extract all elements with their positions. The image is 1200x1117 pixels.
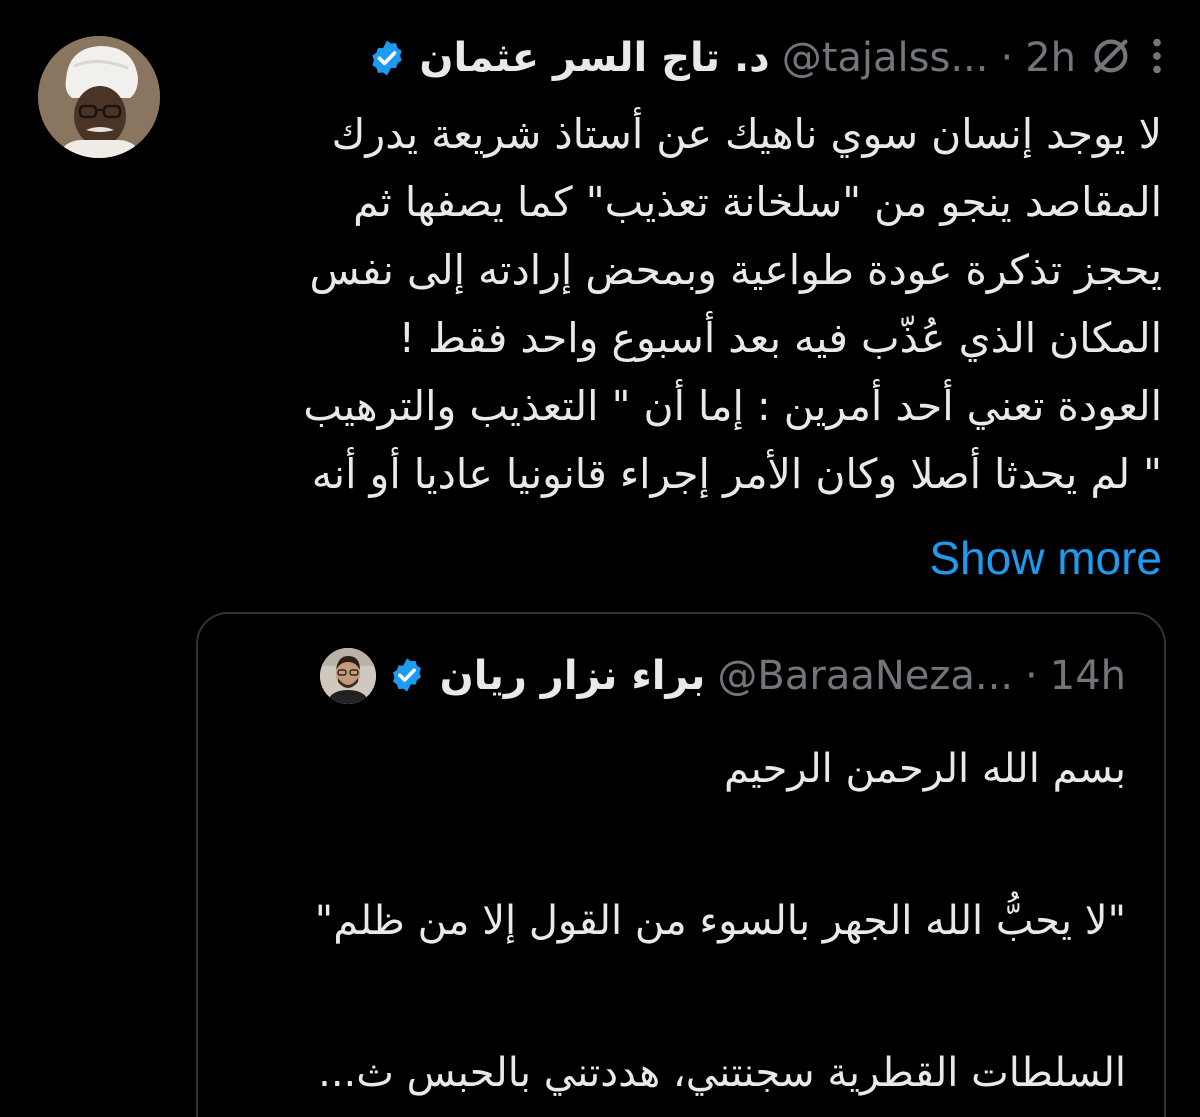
show-more-link[interactable]: Show more — [929, 528, 1162, 588]
verified-badge-icon — [367, 38, 407, 78]
quoted-text-line: بسم الله الرحمن الرحيم — [723, 746, 1126, 792]
quoted-avatar-photo — [319, 648, 376, 704]
verified-badge-icon — [388, 656, 428, 696]
quoted-author-name[interactable]: براء نزار ريان — [440, 653, 706, 699]
quoted-text-line: "لا يحبُّ الله الجهر بالسوء من القول إلا… — [314, 898, 1126, 944]
tweet-header: د. تاج السر عثمان @tajalss... · 2h — [367, 26, 1168, 90]
tweet-text: لا يوجد إنسان سوي ناهيك عن أستاذ شريعة ي… — [172, 100, 1162, 508]
author-avatar[interactable] — [38, 36, 160, 158]
author-handle[interactable]: @tajalss... — [782, 35, 989, 81]
author-name[interactable]: د. تاج السر عثمان — [419, 35, 769, 81]
slash-circle-icon[interactable] — [1088, 33, 1134, 83]
tweet-text-line: العودة تعني أحد أمرين : إما أن " التعذيب… — [303, 382, 1162, 430]
quoted-author-avatar[interactable] — [319, 648, 376, 704]
tweet-text-line: المكان الذي عُذّب فيه بعد أسبوع واحد فقط… — [398, 314, 1162, 362]
tweet-text-line: يحجز تذكرة عودة طواعية وبمحض إرادته إلى … — [309, 246, 1162, 294]
tweet[interactable]: د. تاج السر عثمان @tajalss... · 2h لا يو… — [0, 0, 1200, 1117]
tweet-text-line: " لم يحدثا أصلا وكان الأمر إجراء قانونيا… — [311, 450, 1162, 498]
quoted-author-handle[interactable]: @BaraaNeza... — [717, 653, 1013, 699]
separator-dot: · — [1000, 35, 1014, 81]
avatar-photo — [38, 36, 160, 158]
quoted-tweet-header: براء نزار ريان @BaraaNeza... · 14h — [319, 644, 1126, 708]
tweet-text-line: المقاصد ينجو من "سلخانة تعذيب" كما يصفها… — [353, 178, 1162, 226]
quoted-text-line: السلطات القطرية سجنتني، هددتني بالحبس ث.… — [318, 1050, 1126, 1096]
tweet-text-line: لا يوجد إنسان سوي ناهيك عن أستاذ شريعة ي… — [331, 110, 1162, 158]
quoted-tweet-card[interactable]: براء نزار ريان @BaraaNeza... · 14h بسم ا… — [196, 612, 1166, 1117]
quoted-tweet-text: بسم الله الرحمن الرحيم "لا يحبُّ الله ال… — [226, 734, 1126, 1108]
more-vertical-icon[interactable] — [1146, 33, 1168, 83]
separator-dot: · — [1025, 653, 1038, 699]
tweet-timestamp[interactable]: 2h — [1025, 35, 1076, 81]
quoted-tweet-timestamp[interactable]: 14h — [1050, 653, 1126, 699]
